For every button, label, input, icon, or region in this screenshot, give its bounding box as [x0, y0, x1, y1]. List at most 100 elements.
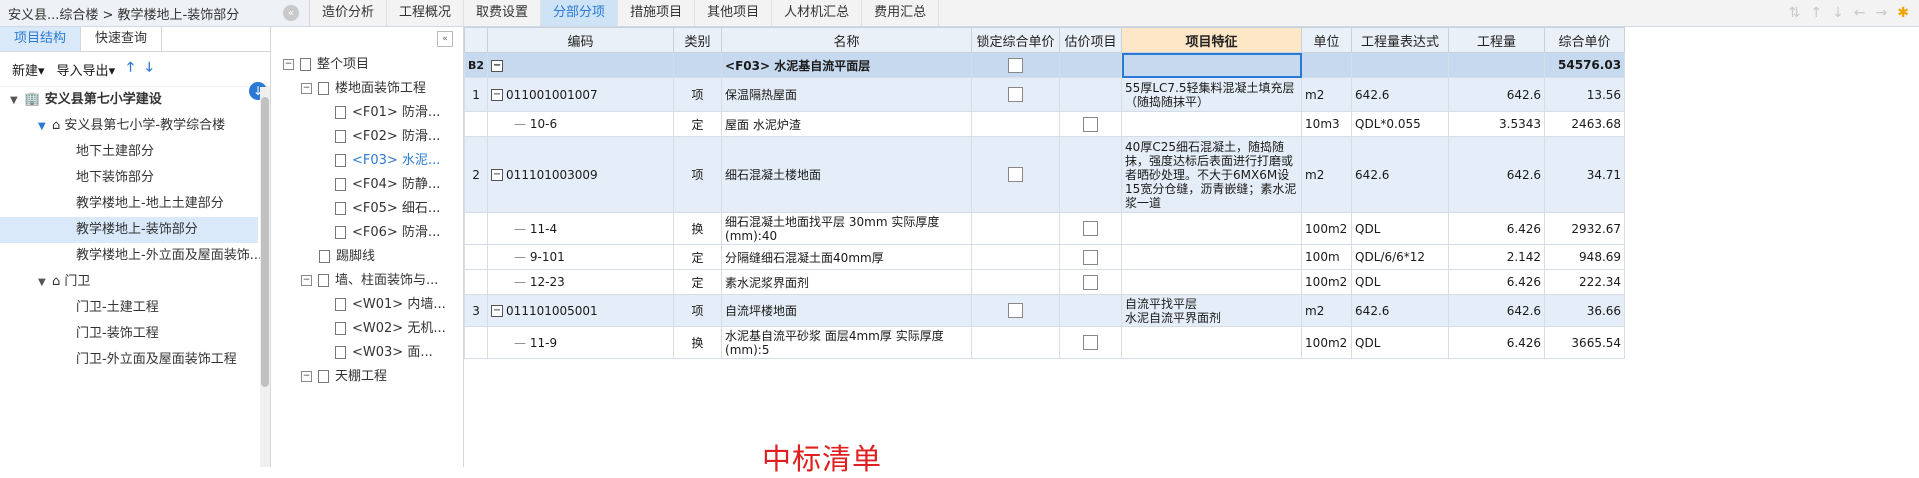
collapse-icon[interactable]: − [301, 83, 312, 94]
collapse-icon[interactable]: − [491, 169, 504, 181]
type-cell[interactable]: 项 [673, 294, 723, 327]
name-cell[interactable]: 保温隔热屋面 [721, 77, 973, 112]
tab-project-structure[interactable]: 项目结构 [0, 27, 82, 51]
collapse-icon[interactable]: − [491, 89, 504, 101]
code-cell[interactable]: — 12-23 [487, 269, 675, 295]
type-cell[interactable]: 项 [673, 136, 723, 213]
col-estimate[interactable]: 估价项目 [1059, 27, 1123, 53]
feature-cell[interactable] [1121, 244, 1303, 270]
tree-node-unit[interactable]: 门卫-装饰工程 [0, 321, 258, 347]
arrow-left-icon[interactable]: ← [1854, 5, 1866, 21]
code-cell[interactable]: — 11-4 [487, 212, 675, 245]
division-leaf[interactable]: <W02> 无机... [271, 317, 461, 341]
code-cell[interactable]: −011101005001 [487, 294, 675, 327]
type-cell[interactable]: 定 [673, 244, 723, 270]
type-cell[interactable]: 项 [673, 77, 723, 112]
col-expression[interactable]: 工程量表达式 [1351, 27, 1450, 53]
col-type[interactable]: 类别 [673, 27, 723, 53]
collapse-icon[interactable]: − [491, 305, 504, 317]
arrow-up-icon[interactable]: ↑ [1810, 5, 1822, 21]
estimate-cell[interactable] [1059, 111, 1123, 137]
caret-down-icon[interactable]: ▼ [38, 114, 52, 140]
expr-cell[interactable]: QDL [1351, 212, 1450, 245]
unit-cell[interactable]: m2 [1301, 136, 1353, 213]
arrow-down-icon[interactable]: ↓ [1832, 5, 1844, 21]
import-export-button[interactable]: 导入导出▾ [57, 60, 116, 79]
collapse-panel-icon[interactable]: « [437, 31, 453, 47]
new-button[interactable]: 新建▾ [12, 60, 45, 79]
arrow-right-icon[interactable]: → [1876, 5, 1888, 21]
division-group[interactable]: − 天棚工程 [271, 365, 461, 389]
lock-cell[interactable] [971, 294, 1061, 327]
col-name[interactable]: 名称 [721, 27, 973, 53]
col-unit[interactable]: 单位 [1301, 27, 1353, 53]
name-cell[interactable]: 分隔缝细石混凝土面40mm厚 [721, 244, 973, 270]
tree-node-unit[interactable]: 地下装饰部分 [0, 165, 258, 191]
settings-icon[interactable]: ✱ [1897, 5, 1909, 21]
division-root[interactable]: − 整个项目 [271, 53, 461, 77]
breadcrumb[interactable]: 安义县...综合楼 > 教学楼地上-装饰部分 « [0, 0, 310, 26]
division-leaf[interactable]: <F05> 细石... [271, 197, 461, 221]
estimate-cell[interactable] [1059, 326, 1123, 359]
tree-node-unit[interactable]: 教学楼地上-外立面及屋面装饰... [0, 243, 262, 269]
expr-cell[interactable]: 642.6 [1351, 294, 1450, 327]
division-leaf[interactable]: <F06> 防滑... [271, 221, 461, 245]
tree-node-unit[interactable]: 教学楼地上-地上土建部分 [0, 191, 258, 217]
type-cell[interactable]: 换 [673, 212, 723, 245]
tree-node-unit[interactable]: 门卫-土建工程 [0, 295, 258, 321]
checkbox[interactable] [1083, 221, 1099, 236]
tab-other-items[interactable]: 其他项目 [695, 0, 773, 26]
table-row[interactable]: — 10-6 定 屋面 水泥炉渣 10m3 QDL*0.055 3.5343 2… [464, 111, 1626, 137]
estimate-cell[interactable] [1059, 244, 1123, 270]
tree-node-school[interactable]: ▼ ⌂ 安义县第七小学-教学综合楼 [0, 113, 258, 139]
code-cell[interactable]: −011101003009 [487, 136, 675, 213]
table-row[interactable]: — 12-23 定 素水泥浆界面剂 100m2 QDL 6.426 222.34 [464, 269, 1626, 295]
expr-cell[interactable]: QDL [1351, 326, 1450, 359]
caret-down-icon[interactable]: ▼ [38, 270, 52, 296]
left-scrollbar[interactable] [260, 87, 270, 467]
type-cell[interactable]: 定 [673, 111, 723, 137]
tab-quick-query[interactable]: 快速查询 [81, 27, 163, 51]
division-group[interactable]: − 楼地面装饰工程 [271, 77, 461, 101]
checkbox[interactable] [1083, 249, 1099, 265]
checkbox[interactable] [1083, 274, 1099, 290]
expr-cell[interactable]: 642.6 [1351, 136, 1450, 213]
name-cell[interactable]: 细石混凝土楼地面 [721, 136, 973, 213]
tree-node-unit-selected[interactable]: 教学楼地上-装饰部分 [0, 217, 258, 243]
col-feature[interactable]: 项目特征 [1121, 27, 1303, 53]
col-quantity[interactable]: 工程量 [1448, 27, 1546, 53]
type-cell[interactable]: 定 [673, 269, 723, 295]
table-row[interactable]: — 11-9 换 水泥基自流平砂浆 面层4mm厚 实际厚度(mm):5 100m… [464, 326, 1626, 359]
feature-cell[interactable] [1121, 269, 1303, 295]
unit-cell[interactable]: 100m2 [1301, 269, 1353, 295]
tab-measures[interactable]: 措施项目 [618, 0, 696, 26]
tree-node-unit[interactable]: 地下土建部分 [0, 139, 258, 165]
table-row[interactable]: 2 −011101003009 项 细石混凝土楼地面 40厚C25细石混凝土，随… [464, 136, 1626, 213]
division-leaf[interactable]: <W01> 内墙... [271, 293, 461, 317]
expr-cell[interactable]: QDL/6/6*12 [1351, 244, 1450, 270]
name-cell[interactable]: 自流坪楼地面 [721, 294, 973, 327]
lock-cell[interactable] [971, 136, 1061, 213]
collapse-icon[interactable]: − [491, 59, 504, 72]
table-row[interactable]: — 11-4 换 细石混凝土地面找平层 30mm 实际厚度(mm):40 100… [464, 212, 1626, 245]
code-cell[interactable]: — 11-9 [487, 326, 675, 359]
division-leaf[interactable]: <W03> 面... [271, 341, 461, 365]
feature-cell[interactable]: 55厚LC7.5轻集料混凝土填充层（随捣随抹平） [1121, 77, 1303, 112]
division-leaf[interactable]: <F04> 防静... [271, 173, 461, 197]
type-cell[interactable]: 换 [673, 326, 723, 359]
expr-cell[interactable]: 642.6 [1351, 77, 1450, 112]
unit-cell[interactable]: m2 [1301, 294, 1353, 327]
tab-fee-settings[interactable]: 取费设置 [464, 0, 542, 26]
code-cell[interactable]: — 10-6 [487, 111, 675, 137]
name-cell[interactable]: <F03> 水泥基自流平面层 [721, 52, 973, 78]
feature-cell[interactable]: 自流平找平层 水泥自流平界面剂 [1121, 294, 1303, 327]
checkbox[interactable] [1008, 303, 1024, 318]
lock-cell[interactable] [971, 77, 1061, 112]
table-row[interactable]: 1 −011001001007 项 保温隔热屋面 55厚LC7.5轻集料混凝土填… [464, 77, 1626, 112]
expr-cell[interactable]: QDL [1351, 269, 1450, 295]
move-up-icon[interactable]: 🡑 [127, 58, 134, 80]
table-row[interactable]: — 9-101 定 分隔缝细石混凝土面40mm厚 100m QDL/6/6*12… [464, 244, 1626, 270]
checkbox[interactable] [1008, 167, 1024, 182]
division-leaf[interactable]: <F02> 防滑... [271, 125, 461, 149]
collapse-icon[interactable]: − [301, 371, 312, 382]
